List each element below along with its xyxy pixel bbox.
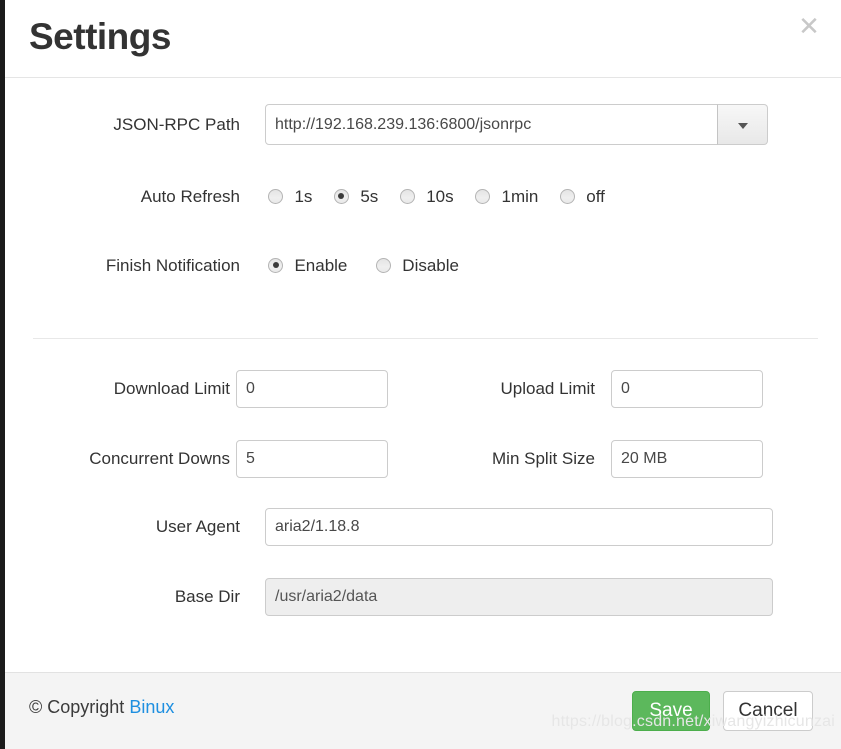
- form-row-limits: Download Limit Upload Limit: [5, 370, 841, 408]
- radio-circle-icon: [399, 188, 415, 204]
- radio-label: 1min: [501, 187, 539, 206]
- radio-circle-icon: [268, 257, 283, 273]
- radio-circle-icon: [559, 188, 575, 204]
- radio-label: Enable: [294, 256, 348, 275]
- form-row-finish-notification: Finish Notification Enable Disable: [5, 251, 841, 281]
- section-divider: [33, 338, 818, 339]
- base-dir-label: Base Dir: [174, 587, 240, 606]
- rpc-path-label: JSON-RPC Path: [113, 115, 240, 134]
- user-agent-label: User Agent: [155, 517, 240, 536]
- radio-auto-refresh-1s[interactable]: 1s: [268, 182, 312, 212]
- radio-auto-refresh-1min[interactable]: 1min: [475, 182, 538, 212]
- rpc-path-input[interactable]: [265, 104, 718, 145]
- min-split-size-input[interactable]: [611, 440, 763, 478]
- download-limit-label: Download Limit: [113, 379, 230, 398]
- radio-auto-refresh-off[interactable]: off: [559, 182, 605, 212]
- radio-auto-refresh-10s[interactable]: 10s: [399, 182, 454, 212]
- chevron-down-icon: [737, 122, 748, 129]
- radio-label: off: [586, 187, 605, 206]
- settings-dialog: Settings ✕ JSON-RPC Path Auto Refresh 1s: [0, 0, 841, 749]
- form-row-concurrency: Concurrent Downs Min Split Size: [5, 440, 841, 478]
- save-button[interactable]: Save: [632, 691, 710, 731]
- radio-label: 5s: [360, 187, 379, 206]
- rpc-path-dropdown-button[interactable]: [717, 104, 768, 145]
- copyright-link-binux[interactable]: Binux: [129, 697, 174, 717]
- form-row-user-agent: User Agent: [5, 508, 841, 546]
- radio-circle-icon: [475, 188, 491, 204]
- radio-circle-icon: [333, 188, 349, 204]
- copyright-label: © Copyright: [29, 697, 125, 717]
- upload-limit-input[interactable]: [611, 370, 763, 408]
- min-split-size-label: Min Split Size: [492, 449, 595, 468]
- base-dir-input: [265, 578, 773, 616]
- rpc-path-input-group: [265, 104, 768, 145]
- finish-notification-label: Finish Notification: [105, 256, 240, 275]
- radio-circle-icon: [375, 257, 391, 273]
- radio-label: 1s: [294, 187, 313, 206]
- radio-label: Disable: [402, 256, 459, 275]
- radio-finish-notification-disable[interactable]: Disable: [375, 251, 459, 281]
- auto-refresh-radio-group: 1s 5s 10s 1min off: [268, 182, 622, 212]
- form-row-auto-refresh: Auto Refresh 1s 5s 10s 1min off: [5, 182, 841, 212]
- dialog-footer: © Copyright Binux Save Cancel https://bl…: [5, 672, 841, 749]
- radio-auto-refresh-5s[interactable]: 5s: [333, 182, 379, 212]
- cancel-button[interactable]: Cancel: [723, 691, 813, 731]
- radio-circle-icon: [268, 188, 283, 204]
- copyright-text: © Copyright Binux: [29, 697, 174, 718]
- dialog-body: JSON-RPC Path Auto Refresh 1s 5s: [5, 78, 841, 672]
- auto-refresh-label: Auto Refresh: [140, 187, 240, 206]
- radio-finish-notification-enable[interactable]: Enable: [268, 251, 347, 281]
- finish-notification-radio-group: Enable Disable: [268, 251, 476, 281]
- close-icon[interactable]: ✕: [796, 14, 822, 40]
- user-agent-input[interactable]: [265, 508, 773, 546]
- dialog-header: Settings ✕: [5, 0, 841, 78]
- upload-limit-label: Upload Limit: [500, 379, 596, 398]
- page-title: Settings: [29, 16, 171, 57]
- concurrent-downs-label: Concurrent Downs: [89, 449, 230, 468]
- form-row-rpc-path: JSON-RPC Path: [5, 104, 841, 145]
- radio-label: 10s: [426, 187, 454, 206]
- form-row-base-dir: Base Dir: [5, 578, 841, 616]
